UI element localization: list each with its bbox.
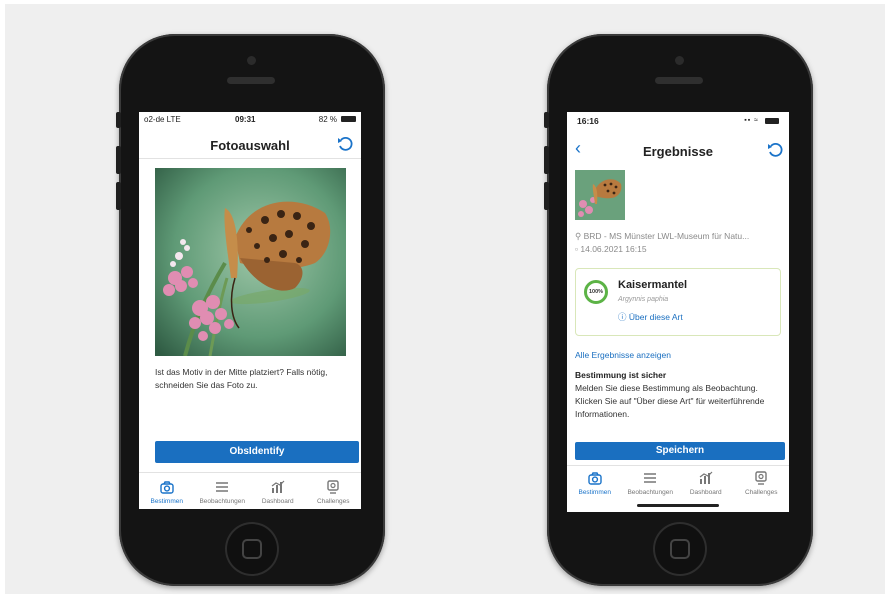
tabbar-divider <box>567 465 789 466</box>
clock: 16:16 <box>577 116 599 126</box>
front-camera <box>675 56 684 65</box>
earpiece-speaker <box>227 77 275 84</box>
battery-icon <box>341 116 356 122</box>
certainty-text: Melden Sie diese Bestimmung als Beobacht… <box>575 383 765 419</box>
tab-label: Challenges <box>316 498 350 505</box>
earpiece-speaker <box>655 77 703 84</box>
location-row: ⚲ BRD - MS Münster LWL-Museum für Natu..… <box>575 230 785 243</box>
front-camera <box>247 56 256 65</box>
all-results-link[interactable]: Alle Ergebnisse anzeigen <box>575 349 671 362</box>
tab-bestimmen[interactable]: Bestimmen <box>567 470 623 496</box>
tab-label: Dashboard <box>689 489 722 496</box>
tab-label: Dashboard <box>261 498 294 505</box>
rotate-icon[interactable] <box>337 136 353 156</box>
info-icon: ⓘ <box>618 312 629 322</box>
carrier-label: o2-de LTE <box>144 115 181 124</box>
photo-crop-area[interactable] <box>155 168 346 356</box>
tab-label: Bestimmen <box>578 489 611 496</box>
divider <box>139 158 361 159</box>
chart-icon <box>271 480 285 493</box>
camera-icon <box>160 481 174 494</box>
tab-beobachtungen[interactable]: Beobachtungen <box>623 470 679 496</box>
home-button[interactable] <box>225 522 279 576</box>
tab-bar: Bestimmen Beobachtungen Dashboard Challe… <box>139 479 361 505</box>
tab-label: Beobachtungen <box>627 489 674 496</box>
pin-icon: ⚲ <box>575 231 584 241</box>
home-indicator <box>637 504 719 507</box>
volume-down <box>544 182 549 210</box>
list-icon <box>216 482 229 492</box>
right-screen: 16:16 ▪▪ ≈ ‹ Ergebnisse ⚲ BRD - MS Münst… <box>567 112 789 512</box>
tab-dashboard[interactable]: Dashboard <box>250 479 306 505</box>
battery-icon <box>765 118 779 124</box>
date-text: 14.06.2021 16:15 <box>580 244 647 254</box>
status-bar: 16:16 ▪▪ ≈ <box>567 112 789 128</box>
status-bar: o2-de LTE 09:31 82 % <box>139 112 361 126</box>
volume-up <box>544 146 549 174</box>
confidence-ring: 100% <box>584 280 608 304</box>
trophy-icon <box>327 480 339 494</box>
camera-icon <box>588 472 602 485</box>
crop-instruction: Ist das Motiv in der Mitte platziert? Fa… <box>155 367 328 390</box>
signal-icon: ▪▪ ≈ <box>744 117 759 124</box>
butterfly-thumbnail <box>575 170 625 220</box>
confidence-value: 100% <box>588 289 604 295</box>
about-species-link[interactable]: ⓘ Über diese Art <box>618 311 683 323</box>
volume-down <box>116 182 121 210</box>
obsidentify-button[interactable]: ObsIdentify <box>155 441 359 463</box>
mute-switch <box>116 112 121 128</box>
tab-bar: Bestimmen Beobachtungen Dashboard Challe… <box>567 470 789 496</box>
tab-bestimmen[interactable]: Bestimmen <box>139 479 195 505</box>
volume-up <box>116 146 121 174</box>
clock: 09:31 <box>235 115 256 124</box>
photo-thumbnail[interactable] <box>575 170 625 220</box>
tab-challenges[interactable]: Challenges <box>306 479 362 505</box>
certainty-heading: Bestimmung ist sicher <box>575 370 667 380</box>
tab-label: Challenges <box>744 489 778 496</box>
about-species-label: Über diese Art <box>628 312 683 322</box>
trophy-icon <box>755 471 767 485</box>
right-phone: 16:16 ▪▪ ≈ ‹ Ergebnisse ⚲ BRD - MS Münst… <box>544 34 813 586</box>
rotate-icon[interactable] <box>767 142 783 162</box>
mute-switch <box>544 112 549 128</box>
tab-dashboard[interactable]: Dashboard <box>678 470 734 496</box>
tab-challenges[interactable]: Challenges <box>734 470 790 496</box>
result-card[interactable]: 100% Kaisermantel Argynnis paphia ⓘ Über… <box>575 268 781 336</box>
left-phone: o2-de LTE 09:31 82 % Fotoauswahl Ist das… <box>116 34 385 586</box>
home-button[interactable] <box>653 522 707 576</box>
tab-beobachtungen[interactable]: Beobachtungen <box>195 479 251 505</box>
tab-label: Beobachtungen <box>199 498 246 505</box>
butterfly-photo <box>155 168 346 356</box>
page-title: Fotoauswahl <box>210 138 290 153</box>
date-row: ▫ 14.06.2021 16:15 <box>575 243 785 256</box>
battery-percent: 82 % <box>318 115 337 124</box>
tabbar-divider <box>139 472 361 473</box>
species-name: Kaisermantel <box>618 279 688 291</box>
list-icon <box>644 473 657 483</box>
chart-icon <box>699 471 713 484</box>
left-screen: o2-de LTE 09:31 82 % Fotoauswahl Ist das… <box>139 112 361 509</box>
background-panel: o2-de LTE 09:31 82 % Fotoauswahl Ist das… <box>5 4 885 594</box>
tab-label: Bestimmen <box>150 498 183 505</box>
page-title: Ergebnisse <box>642 144 714 159</box>
location-text: BRD - MS Münster LWL-Museum für Natu... <box>583 231 750 241</box>
save-button[interactable]: Speichern <box>575 442 785 460</box>
species-latin-name: Argynnis paphia <box>618 296 669 303</box>
